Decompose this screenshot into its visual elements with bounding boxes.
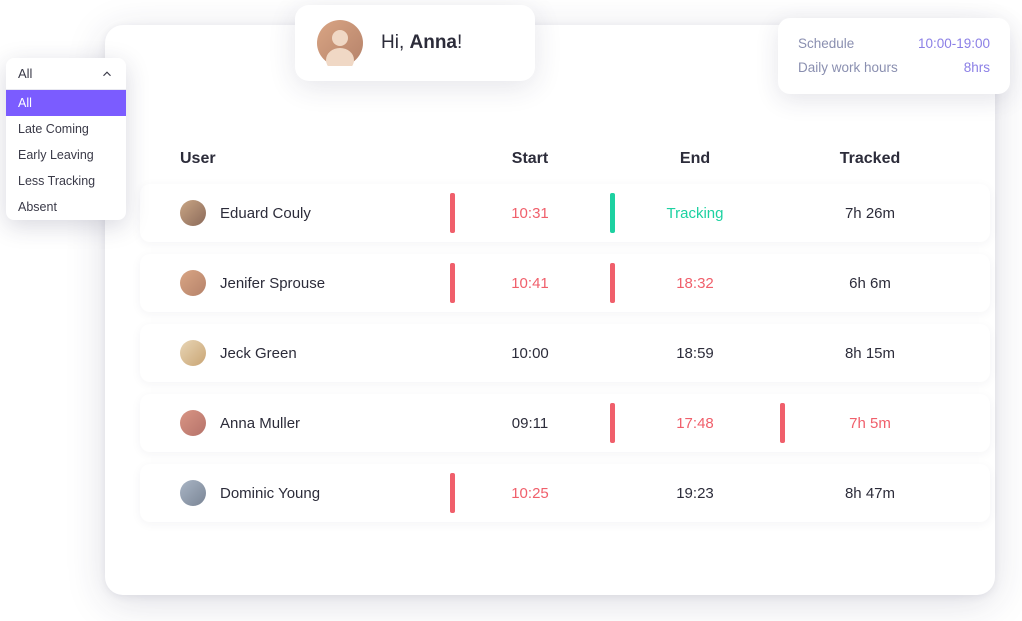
end-value: 17:48: [676, 415, 714, 432]
filter-item-early-leaving[interactable]: Early Leaving: [6, 142, 126, 168]
start-value: 10:00: [511, 345, 549, 362]
tracked-cell: 8h 15m: [780, 324, 960, 382]
schedule-row: Schedule 10:00-19:00: [798, 32, 990, 56]
header-end: End: [610, 150, 780, 168]
daily-hours-value: 8hrs: [964, 56, 990, 80]
start-value: 10:41: [511, 275, 549, 292]
row-avatar: [180, 340, 206, 366]
tracked-value: 7h 5m: [849, 415, 891, 432]
end-flag: [610, 263, 615, 303]
tracked-cell: 7h 5m: [780, 394, 960, 452]
filter-item-all[interactable]: All: [6, 90, 126, 116]
tracked-cell: 7h 26m: [780, 184, 960, 242]
tracked-value: 6h 6m: [849, 275, 891, 292]
start-flag: [450, 473, 455, 513]
table-row[interactable]: Anna Muller 09:11 17:48 7h 5m: [140, 394, 990, 452]
filter-selected[interactable]: All: [6, 58, 126, 89]
end-cell: 18:32: [610, 254, 780, 312]
user-name: Eduard Couly: [220, 205, 311, 222]
tracked-value: 8h 15m: [845, 345, 895, 362]
start-cell: 10:31: [450, 184, 610, 242]
greeting-card: Hi, Anna!: [295, 5, 535, 81]
tracked-value: 8h 47m: [845, 485, 895, 502]
start-cell: 10:41: [450, 254, 610, 312]
attendance-table: User Start End Tracked Eduard Couly 10:31…: [140, 150, 990, 534]
header-user: User: [180, 150, 450, 168]
end-cell: 19:23: [610, 464, 780, 522]
filter-item-less-tracking[interactable]: Less Tracking: [6, 168, 126, 194]
table-row[interactable]: Jenifer Sprouse 10:41 18:32 6h 6m: [140, 254, 990, 312]
chevron-up-icon: [100, 67, 114, 81]
user-name: Jenifer Sprouse: [220, 275, 325, 292]
tracked-cell: 6h 6m: [780, 254, 960, 312]
filter-item-absent[interactable]: Absent: [6, 194, 126, 220]
start-cell: 09:11: [450, 394, 610, 452]
greeting-prefix: Hi,: [381, 32, 410, 53]
filter-selected-label: All: [18, 66, 32, 81]
user-cell: Dominic Young: [180, 480, 450, 506]
end-value: 18:59: [676, 345, 714, 362]
end-value: Tracking: [667, 205, 724, 222]
end-flag: [610, 193, 615, 233]
header-tracked: Tracked: [780, 150, 960, 168]
end-flag: [610, 403, 615, 443]
start-flag: [450, 263, 455, 303]
schedule-value: 10:00-19:00: [918, 32, 990, 56]
user-name: Dominic Young: [220, 485, 320, 502]
user-name: Anna Muller: [220, 415, 300, 432]
header-start: Start: [450, 150, 610, 168]
start-cell: 10:25: [450, 464, 610, 522]
user-cell: Anna Muller: [180, 410, 450, 436]
end-cell: Tracking: [610, 184, 780, 242]
user-cell: Jenifer Sprouse: [180, 270, 450, 296]
user-name: Jeck Green: [220, 345, 297, 362]
table-row[interactable]: Dominic Young 10:25 19:23 8h 47m: [140, 464, 990, 522]
daily-hours-label: Daily work hours: [798, 56, 898, 80]
start-value: 09:11: [512, 415, 548, 432]
schedule-label: Schedule: [798, 32, 854, 56]
row-avatar: [180, 410, 206, 436]
row-avatar: [180, 480, 206, 506]
start-cell: 10:00: [450, 324, 610, 382]
user-cell: Jeck Green: [180, 340, 450, 366]
end-cell: 18:59: [610, 324, 780, 382]
schedule-card: Schedule 10:00-19:00 Daily work hours 8h…: [778, 18, 1010, 94]
table-row[interactable]: Eduard Couly 10:31 Tracking 7h 26m: [140, 184, 990, 242]
tracked-flag: [780, 403, 785, 443]
end-value: 18:32: [676, 275, 714, 292]
filter-dropdown[interactable]: All AllLate ComingEarly LeavingLess Trac…: [6, 58, 126, 220]
user-avatar: [317, 20, 363, 66]
tracked-value: 7h 26m: [845, 205, 895, 222]
tracked-cell: 8h 47m: [780, 464, 960, 522]
table-header: User Start End Tracked: [140, 150, 990, 184]
row-avatar: [180, 200, 206, 226]
start-value: 10:31: [511, 205, 549, 222]
table-row[interactable]: Jeck Green 10:00 18:59 8h 15m: [140, 324, 990, 382]
filter-item-late-coming[interactable]: Late Coming: [6, 116, 126, 142]
greeting-name: Anna: [410, 32, 458, 53]
row-avatar: [180, 270, 206, 296]
start-flag: [450, 193, 455, 233]
greeting-suffix: !: [457, 32, 462, 53]
daily-hours-row: Daily work hours 8hrs: [798, 56, 990, 80]
end-cell: 17:48: [610, 394, 780, 452]
end-value: 19:23: [676, 485, 714, 502]
greeting-text: Hi, Anna!: [381, 32, 462, 54]
start-value: 10:25: [511, 485, 549, 502]
user-cell: Eduard Couly: [180, 200, 450, 226]
